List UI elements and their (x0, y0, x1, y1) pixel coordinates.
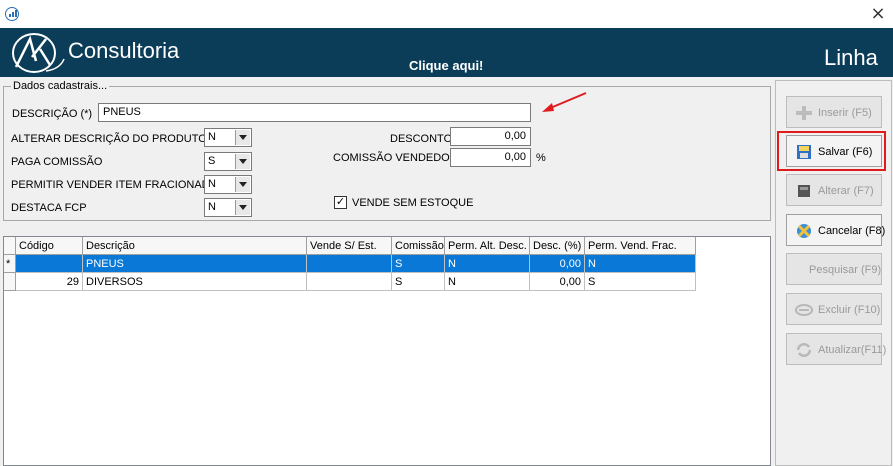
destaca-fcp-value: N (208, 201, 216, 213)
alterar-button[interactable]: Alterar (F7) (786, 174, 882, 206)
column-header-comissao[interactable]: Comissão (392, 237, 445, 255)
column-header-perm-vend-frac[interactable]: Perm. Vend. Frac. (585, 237, 696, 255)
pesquisar-button[interactable]: Pesquisar (F9) (786, 253, 882, 285)
paga-comissao-label: PAGA COMISSÃO (11, 156, 103, 168)
table-cell[interactable] (307, 273, 392, 291)
alterar-label: Alterar (F7) (818, 185, 874, 197)
inserir-label: Inserir (F5) (818, 107, 872, 119)
column-header-desconto[interactable]: Desc. (%) (530, 237, 585, 255)
close-icon[interactable]: × (866, 4, 890, 24)
descricao-input[interactable]: PNEUS (98, 103, 531, 122)
table-cell[interactable]: 29 (16, 273, 83, 291)
table-cell[interactable]: S (392, 255, 445, 273)
column-header-descricao[interactable]: Descrição (83, 237, 307, 255)
destaca-fcp-select[interactable]: N (204, 198, 252, 217)
clique-aqui-link[interactable]: Clique aqui! (409, 58, 483, 73)
destaca-fcp-label: DESTACA FCP (11, 202, 87, 214)
chevron-down-icon[interactable] (235, 200, 250, 215)
descricao-label: DESCRIÇÃO (*) (12, 108, 93, 120)
desconto-label: DESCONTO (390, 133, 453, 145)
cancelar-button[interactable]: Cancelar (F8) (786, 214, 886, 246)
percent-sign: % (536, 152, 546, 164)
comissao-vendedor-label: COMISSÃO VENDEDOR (333, 152, 458, 164)
table-cell[interactable] (16, 255, 83, 273)
cancelar-label: Cancelar (F8) (818, 225, 886, 237)
table-cell[interactable]: PNEUS (83, 255, 307, 273)
fracionado-value: N (208, 178, 216, 190)
highlight-box (777, 131, 886, 171)
vende-sem-estoque-checkbox[interactable]: ✓ (334, 196, 347, 209)
table-cell[interactable]: S (392, 273, 445, 291)
table-cell[interactable]: DIVERSOS (83, 273, 307, 291)
row-indicator[interactable]: * (4, 255, 16, 273)
refresh-icon (796, 343, 812, 357)
table-cell[interactable]: N (445, 255, 530, 273)
fracionado-select[interactable]: N (204, 175, 252, 194)
atualizar-button[interactable]: Atualizar(F11) (786, 333, 886, 365)
excluir-button[interactable]: Excluir (F10) (786, 293, 882, 325)
pesquisar-label: Pesquisar (F9) (809, 264, 882, 276)
table-cell[interactable] (307, 255, 392, 273)
grid-corner (4, 237, 16, 255)
column-header-perm-alt-desc[interactable]: Perm. Alt. Desc. (445, 237, 530, 255)
chevron-down-icon[interactable] (235, 154, 250, 169)
logo-icon (12, 33, 65, 73)
arrow-annotation (542, 92, 587, 112)
app-icon (5, 7, 19, 21)
table-cell[interactable]: 0,00 (530, 273, 585, 291)
row-indicator[interactable] (4, 273, 16, 291)
delete-icon (795, 304, 813, 316)
header-banner: Consultoria Clique aqui! Linha (0, 28, 893, 77)
column-header-codigo[interactable]: Código (16, 237, 83, 255)
alterar-descricao-select[interactable]: N (204, 128, 252, 147)
vende-sem-estoque-label: VENDE SEM ESTOQUE (352, 197, 474, 209)
inserir-button[interactable]: Inserir (F5) (786, 96, 882, 128)
edit-icon (798, 185, 810, 197)
comissao-vendedor-input[interactable]: 0,00 (450, 148, 531, 167)
table-cell[interactable]: N (445, 273, 530, 291)
items-grid[interactable]: Código Descrição Vende S/ Est. Comissão … (3, 236, 771, 466)
section-label: Dados cadastrais... (11, 80, 110, 92)
desconto-input[interactable]: 0,00 (450, 127, 531, 146)
page-title: Linha (824, 45, 878, 70)
paga-comissao-select[interactable]: S (204, 152, 252, 171)
excluir-label: Excluir (F10) (818, 304, 881, 316)
brand-name: Consultoria (68, 38, 180, 63)
table-cell[interactable]: S (585, 273, 696, 291)
table-cell[interactable]: N (585, 255, 696, 273)
window-titlebar: × (0, 0, 893, 28)
cancel-icon (797, 224, 811, 238)
fracionado-label: PERMITIR VENDER ITEM FRACIONADO (11, 179, 219, 191)
chevron-down-icon[interactable] (235, 130, 250, 145)
alterar-descricao-label: ALTERAR DESCRIÇÃO DO PRODUTO (11, 133, 207, 145)
atualizar-label: Atualizar(F11) (818, 344, 887, 356)
column-header-vende-sem-estoque[interactable]: Vende S/ Est. (307, 237, 392, 255)
chevron-down-icon[interactable] (235, 177, 250, 192)
add-icon (796, 106, 812, 120)
table-cell[interactable]: 0,00 (530, 255, 585, 273)
alterar-descricao-value: N (208, 131, 216, 143)
paga-comissao-value: S (208, 155, 216, 167)
